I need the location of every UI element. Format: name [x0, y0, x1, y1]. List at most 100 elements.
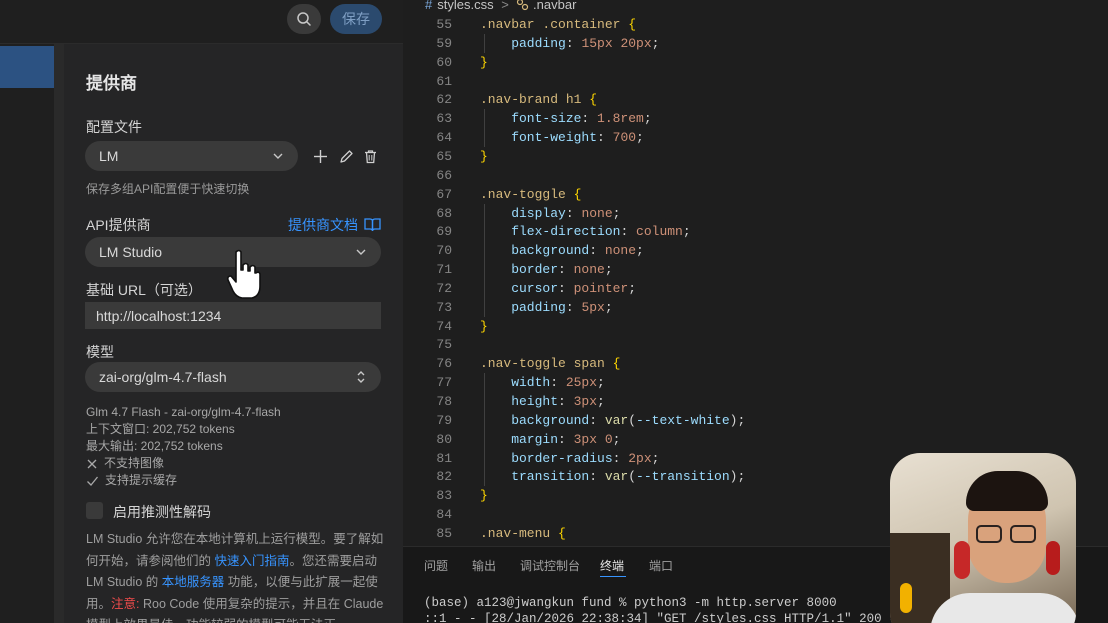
line-number: 76 — [436, 356, 452, 372]
code-line: 60} — [403, 53, 1103, 72]
code-line: 66 — [403, 166, 1103, 185]
webcam-shirt — [930, 593, 1076, 623]
line-number: 55 — [436, 17, 452, 32]
code-token: 700 — [612, 130, 637, 146]
code-token: : — [565, 35, 582, 51]
add-profile-button[interactable] — [311, 147, 329, 165]
code-text: border: none; — [480, 260, 612, 279]
profile-select[interactable]: LM — [85, 141, 298, 171]
code-token: ; — [651, 450, 660, 466]
no-image-row: 不支持图像 — [86, 455, 281, 472]
line-number: 74 — [436, 318, 452, 334]
code-token: : — [550, 375, 566, 391]
code-token: .nav-menu — [480, 525, 559, 541]
code-token: border — [480, 262, 559, 278]
code-token: : — [558, 280, 574, 296]
code-token: : — [581, 111, 598, 127]
line-number: 85 — [436, 525, 452, 541]
indent-guide — [484, 373, 485, 487]
line-number: 75 — [436, 337, 452, 353]
edit-profile-button[interactable] — [337, 147, 355, 165]
code-token: : — [589, 412, 605, 428]
line-number: 77 — [436, 375, 452, 391]
plus-icon — [313, 149, 327, 163]
code-token: ; — [636, 130, 644, 146]
tab-output[interactable]: 输出 — [472, 557, 496, 574]
base-url-input[interactable] — [85, 302, 381, 329]
code-token: font-size — [480, 111, 582, 127]
code-token: ; — [682, 224, 691, 240]
line-number: 60 — [436, 54, 452, 70]
tab-ports[interactable]: 端口 — [649, 557, 673, 574]
code-line: 75 — [403, 335, 1103, 354]
profile-select-value: LM — [99, 148, 119, 164]
chevron-down-icon — [273, 153, 283, 159]
search-icon — [297, 12, 311, 26]
indent-guide — [484, 203, 485, 317]
code-line: 78 height: 3px; — [403, 392, 1103, 411]
code-line: 79 background: var(--text-white); — [403, 411, 1103, 430]
code-token: --transition — [636, 469, 730, 485]
code-line: 63 font-size: 1.8rem; — [403, 109, 1103, 128]
check-icon — [87, 476, 99, 486]
breadcrumb-file[interactable]: styles.css — [437, 0, 493, 12]
code-token: border-radius — [480, 450, 613, 466]
line-number: 80 — [436, 431, 452, 447]
code-token: column — [636, 224, 683, 240]
prompt-cache-row: 支持提示缓存 — [86, 472, 281, 489]
code-token: pointer — [573, 280, 629, 296]
speculative-decoding-label[interactable]: 启用推测性解码 — [113, 502, 211, 522]
code-line: 62 .nav-brand h1 { — [403, 90, 1103, 109]
code-token: font-weight — [480, 130, 598, 146]
code-token: { — [628, 17, 637, 32]
code-text: height: 3px; — [480, 392, 605, 411]
code-text: .nav-brand h1 { — [480, 90, 597, 109]
css-file-icon: # — [425, 0, 433, 12]
profile-hint: 保存多组API配置便于快速切换 — [86, 182, 250, 196]
line-number: 71 — [436, 262, 452, 278]
code-text: .nav-toggle span { — [480, 354, 620, 373]
close-icon — [87, 459, 97, 468]
code-text: } — [480, 53, 488, 72]
code-token: 3px — [573, 394, 598, 409]
speculative-decoding-checkbox[interactable] — [86, 502, 103, 519]
delete-profile-button[interactable] — [361, 147, 379, 165]
code-token: { — [573, 186, 582, 202]
save-button[interactable]: 保存 — [330, 4, 382, 34]
indent-guide — [484, 33, 485, 53]
code-token: : — [597, 130, 613, 146]
tab-debug-console[interactable]: 调试控制台 — [520, 557, 580, 574]
active-activity-item[interactable] — [0, 46, 54, 88]
breadcrumb-symbol[interactable]: .navbar — [533, 0, 576, 12]
search-button[interactable] — [287, 4, 321, 34]
code-token: ; — [643, 111, 652, 127]
code-token: : — [558, 394, 574, 409]
quickstart-link[interactable]: 快速入门指南 — [214, 554, 289, 568]
note-label: 注意: — [111, 596, 140, 611]
tab-problems[interactable]: 问题 — [424, 557, 448, 574]
code-text: .nav-toggle { — [480, 185, 581, 204]
code-token: .navbar .container — [480, 17, 629, 32]
code-token: padding — [480, 35, 566, 51]
code-line: 61 — [403, 72, 1103, 91]
code-token: { — [612, 356, 621, 372]
active-tab-indicator — [600, 576, 626, 577]
line-number: 70 — [436, 243, 452, 259]
terminal-line: ::1 - - [28/Jan/2026 22:38:34] "GET /sty… — [424, 612, 897, 623]
provider-docs-link[interactable]: 提供商文档 — [288, 215, 358, 235]
code-line: 55 .navbar .container { — [403, 15, 1103, 34]
provider-docs-button[interactable] — [363, 215, 381, 233]
line-number: 61 — [436, 73, 452, 89]
line-number: 73 — [436, 299, 452, 315]
line-number: 64 — [436, 130, 452, 146]
local-server-link[interactable]: 本地服务器 — [162, 575, 225, 589]
code-token: ( — [628, 412, 637, 428]
code-token: { — [589, 92, 598, 108]
tab-terminal[interactable]: 终端 — [600, 557, 624, 574]
code-text: background: var(--text-white); — [480, 411, 745, 430]
line-number: 67 — [436, 186, 452, 202]
model-select[interactable]: zai-org/glm-4.7-flash — [85, 362, 381, 392]
code-token: 5px — [581, 299, 605, 315]
code-token: } — [480, 54, 488, 70]
code-token: ; — [612, 431, 621, 447]
